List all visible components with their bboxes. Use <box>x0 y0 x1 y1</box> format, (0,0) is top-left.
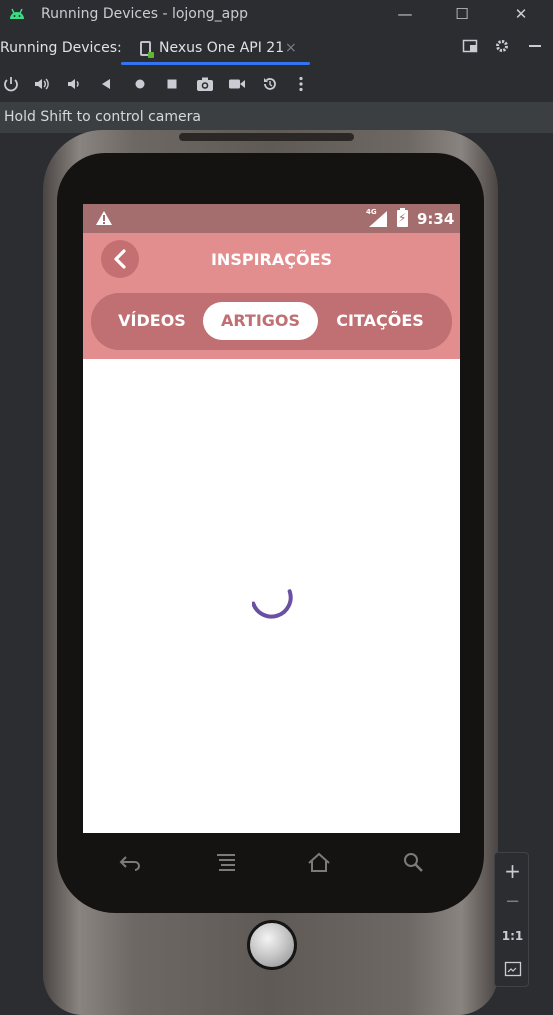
active-tab-indicator <box>121 62 310 65</box>
android-icon <box>10 8 24 19</box>
app-header: INSPIRAÇÕES VÍDEOS ARTIGOS CITAÇÕES <box>83 233 460 359</box>
tab-videos[interactable]: VÍDEOS <box>103 302 201 340</box>
zoom-out-button[interactable]: − <box>495 891 530 912</box>
loading-spinner <box>252 589 293 619</box>
tab-label: Nexus One API 21 <box>159 40 285 56</box>
minimize-icon[interactable] <box>525 38 545 58</box>
home-icon[interactable] <box>128 72 152 96</box>
gear-icon[interactable] <box>492 38 512 58</box>
tab-nexus-one[interactable]: Nexus One API 21 × <box>121 32 310 65</box>
actual-size-button[interactable]: 1:1 <box>495 929 530 943</box>
running-devices-label: Running Devices: <box>0 40 122 56</box>
more-icon[interactable] <box>289 72 313 96</box>
tab-artigos[interactable]: ARTIGOS <box>203 302 318 340</box>
zoom-in-button[interactable]: + <box>495 859 530 883</box>
page-title: INSPIRAÇÕES <box>210 250 333 269</box>
android-status-bar: 4G ⚡ 9:34 <box>83 204 460 233</box>
tab-close-icon[interactable]: × <box>285 40 297 56</box>
signal-icon <box>369 211 387 227</box>
minimize-window-button[interactable]: — <box>390 3 420 25</box>
video-icon[interactable] <box>225 72 249 96</box>
zoom-controls: + − 1:1 <box>494 852 529 987</box>
device-icon <box>140 41 154 58</box>
volume-down-icon[interactable] <box>62 72 86 96</box>
emulator-toolbar <box>0 68 553 100</box>
camera-icon[interactable] <box>193 72 217 96</box>
battery-icon: ⚡ <box>397 208 408 227</box>
category-tabs: VÍDEOS ARTIGOS CITAÇÕES <box>91 293 452 350</box>
device-home-key-icon[interactable] <box>306 851 332 873</box>
power-icon[interactable] <box>0 72 23 96</box>
rotate-icon[interactable] <box>258 72 282 96</box>
emulator-window: Running Devices - lojong_app — ☐ ✕ Runni… <box>0 0 553 1015</box>
status-time: 9:34 <box>417 210 455 228</box>
device-search-key-icon[interactable] <box>401 851 427 873</box>
volume-up-icon[interactable] <box>30 72 54 96</box>
overview-icon[interactable] <box>160 72 184 96</box>
title-bar: Running Devices - lojong_app — ☐ ✕ <box>0 0 553 30</box>
device-back-key-icon[interactable] <box>117 851 143 873</box>
layout-icon[interactable] <box>460 38 480 58</box>
device-menu-key-icon[interactable] <box>213 851 239 873</box>
window-title: Running Devices - lojong_app <box>41 6 248 22</box>
fit-screen-icon[interactable] <box>495 961 530 981</box>
maximize-window-button[interactable]: ☐ <box>447 3 477 25</box>
device-screen[interactable]: 4G ⚡ 9:34 INSPIRAÇÕES VÍDEOS ARTIGOS CIT… <box>83 204 460 833</box>
trackball-button[interactable] <box>247 920 297 970</box>
back-icon[interactable] <box>94 72 118 96</box>
tab-citacoes[interactable]: CITAÇÕES <box>327 302 433 340</box>
warning-icon <box>96 211 112 225</box>
camera-hint-bar: Hold Shift to control camera <box>0 102 553 133</box>
close-window-button[interactable]: ✕ <box>506 3 536 25</box>
earpiece-speaker <box>179 133 354 141</box>
device-tab-row: Running Devices: Nexus One API 21 × <box>0 32 553 65</box>
